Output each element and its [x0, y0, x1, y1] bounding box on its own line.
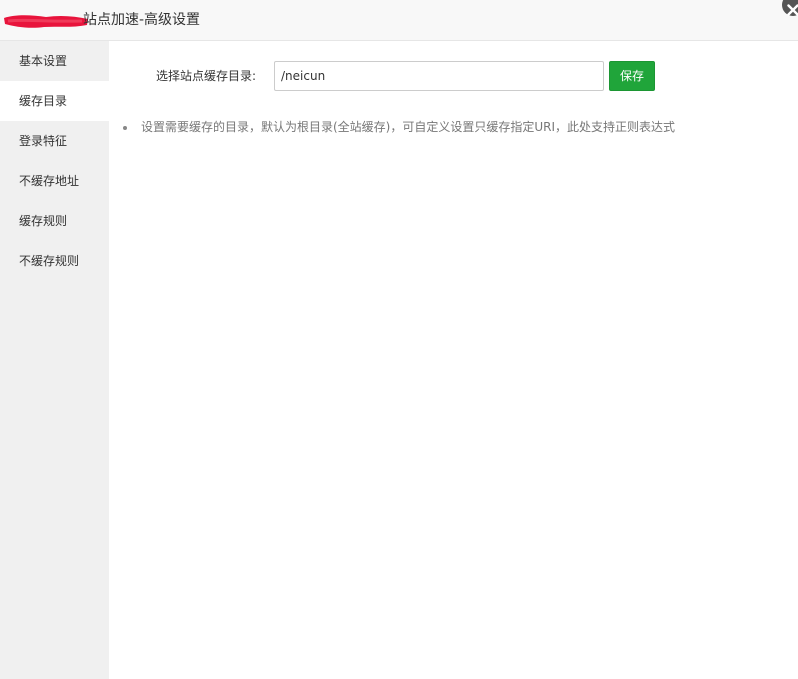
sidebar-item-no-cache-rules[interactable]: 不缓存规则 [0, 241, 109, 281]
help-item: 设置需要缓存的目录，默认为根目录(全站缓存)，可自定义设置只缓存指定URI，此处… [122, 119, 675, 135]
help-list: 设置需要缓存的目录，默认为根目录(全站缓存)，可自定义设置只缓存指定URI，此处… [122, 119, 675, 135]
help-text: 设置需要缓存的目录，默认为根目录(全站缓存)，可自定义设置只缓存指定URI，此处… [141, 120, 676, 134]
main-content: 选择站点缓存目录: 保存 设置需要缓存的目录，默认为根目录(全站缓存)，可自定义… [109, 41, 798, 679]
window-title: 站点加速-高级设置 [83, 12, 201, 28]
sidebar: 基本设置 缓存目录 登录特征 不缓存地址 缓存规则 不缓存规则 [0, 41, 109, 679]
window-header: 站点加速-高级设置 [0, 0, 798, 41]
close-icon [787, 4, 798, 16]
sidebar-item-cache-rules[interactable]: 缓存规则 [0, 201, 109, 241]
bullet-icon [123, 126, 127, 130]
cache-directory-input[interactable] [274, 61, 604, 91]
sidebar-item-no-cache-address[interactable]: 不缓存地址 [0, 161, 109, 201]
cache-directory-label: 选择站点缓存目录: [156, 69, 257, 83]
redaction-mark [4, 15, 88, 28]
sidebar-item-basic-settings[interactable]: 基本设置 [0, 41, 109, 81]
sidebar-item-login-feature[interactable]: 登录特征 [0, 121, 109, 161]
save-button[interactable]: 保存 [609, 61, 655, 91]
sidebar-item-cache-directory[interactable]: 缓存目录 [0, 81, 109, 121]
close-button[interactable] [782, 0, 798, 16]
